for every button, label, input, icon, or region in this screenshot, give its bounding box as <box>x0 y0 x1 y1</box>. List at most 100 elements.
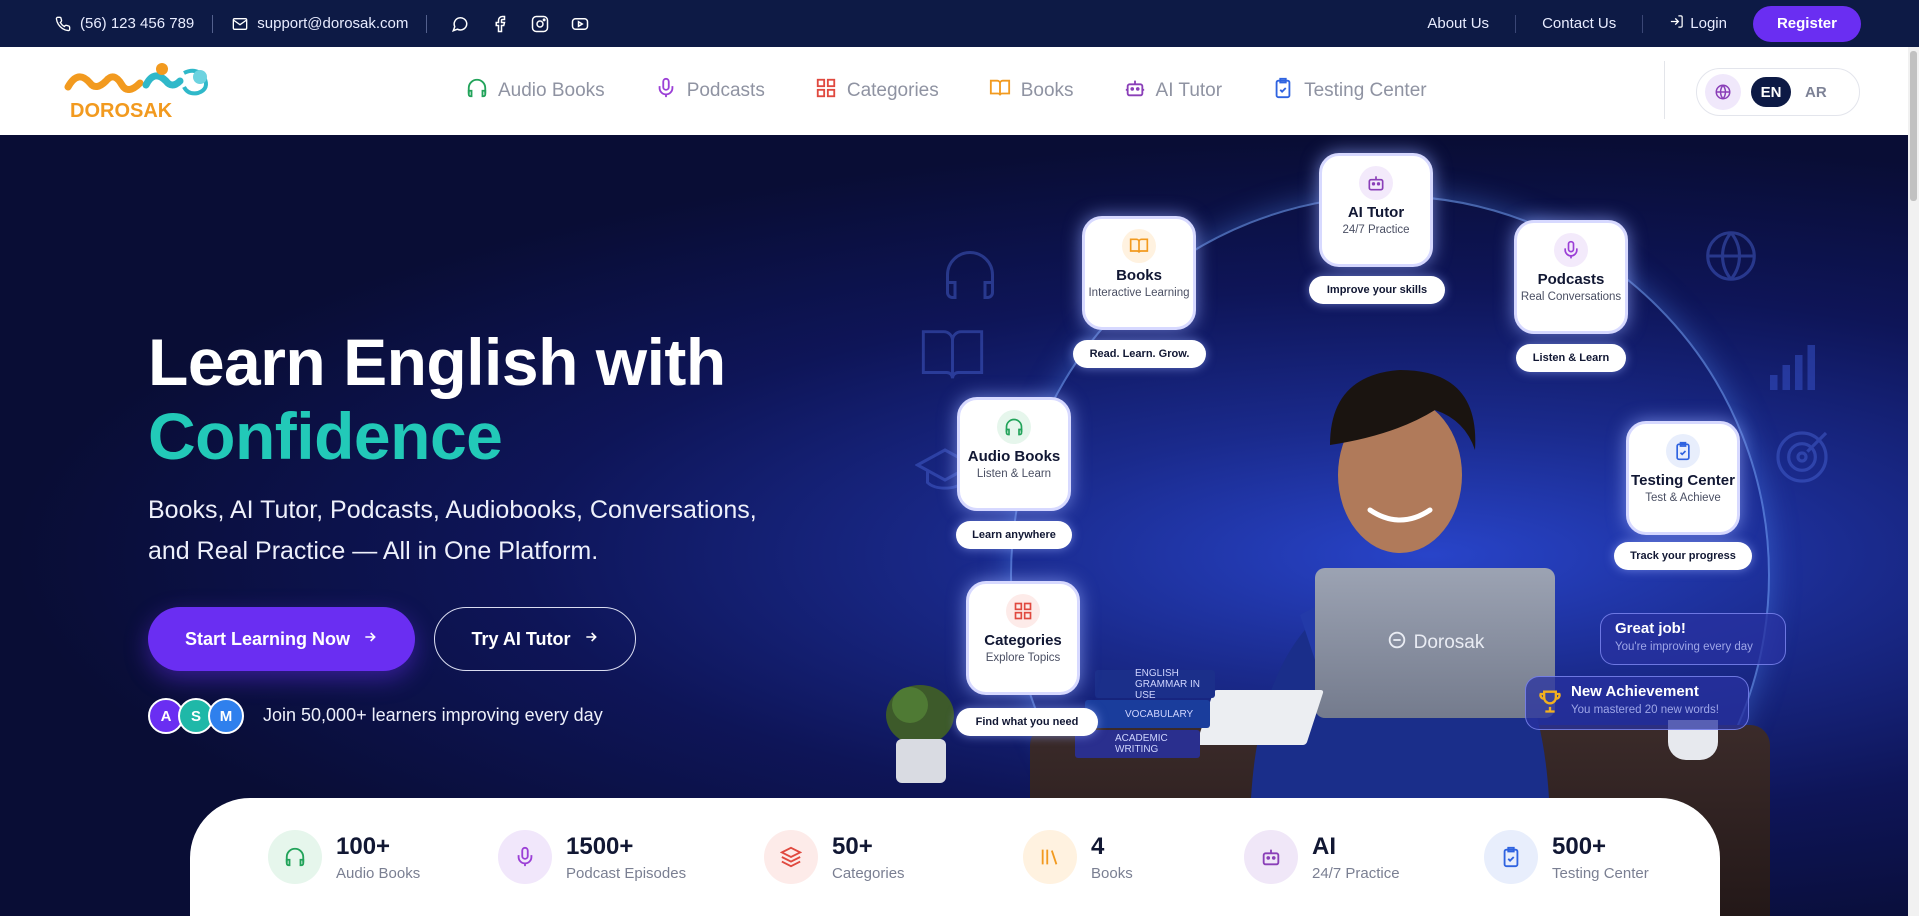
youtube-icon[interactable] <box>571 15 589 33</box>
microphone-icon <box>655 77 677 105</box>
feature-card-audio-books[interactable]: Audio Books Listen & Learn <box>957 397 1071 511</box>
contact-link[interactable]: Contact Us <box>1542 15 1616 32</box>
pill-read-learn-grow: Read. Learn. Grow. <box>1073 340 1206 368</box>
start-learning-button[interactable]: Start Learning Now <box>148 607 415 671</box>
divider <box>426 14 428 33</box>
card-subtitle: Listen & Learn <box>976 468 1052 480</box>
card-title: Categories <box>984 632 1062 649</box>
nav-item-podcasts[interactable]: Podcasts <box>655 77 765 105</box>
robot-icon <box>1124 77 1146 105</box>
nav-item-books[interactable]: Books <box>989 77 1074 105</box>
lang-en-button[interactable]: EN <box>1751 77 1791 107</box>
hero-title-accent: Confidence <box>148 399 503 473</box>
pill-listen-learn: Listen & Learn <box>1516 344 1626 372</box>
nav-label: Audio Books <box>498 80 605 101</box>
toast-great-job: Great job! You're improving every day <box>1600 613 1786 665</box>
stat-value: AI <box>1312 832 1336 860</box>
stat-books: 4 Books <box>1023 830 1244 884</box>
about-link[interactable]: About Us <box>1427 15 1489 32</box>
learner-avatars: A S M <box>148 698 244 734</box>
card-title: Testing Center <box>1631 472 1735 489</box>
nav-item-audio-books[interactable]: Audio Books <box>466 77 605 105</box>
feature-card-podcasts[interactable]: Podcasts Real Conversations <box>1514 220 1628 334</box>
stat-audio-books: 100+ Audio Books <box>268 830 498 884</box>
email-address: support@dorosak.com <box>257 15 409 32</box>
nav-menu: Audio Books Podcasts Categories Books AI… <box>466 47 1427 135</box>
instagram-icon[interactable] <box>531 15 549 33</box>
pill-improve-skills: Improve your skills <box>1309 276 1445 304</box>
feature-card-testing-center[interactable]: Testing Center Test & Achieve <box>1626 421 1740 535</box>
stat-value: 50+ <box>832 832 873 860</box>
page-scrollbar[interactable] <box>1908 47 1919 916</box>
hero-title: Learn English with Confidence <box>148 325 726 473</box>
feature-card-books[interactable]: Books Interactive Learning <box>1082 216 1196 330</box>
headphones-icon <box>997 410 1031 444</box>
card-title: Audio Books <box>967 448 1061 465</box>
laptop: Dorosak <box>1315 568 1555 718</box>
plant-illustration <box>886 685 954 783</box>
button-label: Try AI Tutor <box>471 628 571 649</box>
phone-icon <box>54 15 72 33</box>
open-book-icon <box>921 330 984 379</box>
globe-icon <box>1706 231 1756 281</box>
lang-ar-button[interactable]: AR <box>1805 84 1827 101</box>
globe-icon[interactable] <box>1705 74 1741 110</box>
nav-item-categories[interactable]: Categories <box>815 77 939 105</box>
whatsapp-icon[interactable] <box>451 15 469 33</box>
stat-value: 1500+ <box>566 832 634 860</box>
pill-learn-anywhere: Learn anywhere <box>956 521 1072 549</box>
phone-contact[interactable]: (56) 123 456 789 <box>54 15 194 33</box>
login-link[interactable]: Login <box>1669 14 1727 33</box>
layers-icon <box>764 830 818 884</box>
microphone-icon <box>1554 233 1588 267</box>
headphones-icon <box>466 77 488 105</box>
scrollbar-thumb[interactable] <box>1910 51 1917 201</box>
dorosak-logo-mark-icon <box>1386 629 1408 657</box>
clipboard-check-icon <box>1666 434 1700 468</box>
learners-text: Join 50,000+ learners improving every da… <box>263 705 603 725</box>
stat-value: 100+ <box>336 832 391 860</box>
stat-label: Books <box>1091 864 1133 882</box>
bar-chart-icon <box>1770 345 1815 390</box>
email-contact[interactable]: support@dorosak.com <box>231 15 408 33</box>
robot-icon <box>1359 166 1393 200</box>
try-ai-tutor-button[interactable]: Try AI Tutor <box>434 607 636 671</box>
facebook-icon[interactable] <box>491 15 509 33</box>
button-label: Start Learning Now <box>184 628 350 649</box>
nav-label: Books <box>1020 80 1074 101</box>
stat-value: 500+ <box>1552 832 1607 860</box>
book-spine: VOCABULARY <box>1085 700 1210 728</box>
card-subtitle: Real Conversations <box>1520 291 1622 303</box>
microphone-icon <box>498 830 552 884</box>
pill-track-progress: Track your progress <box>1614 542 1752 570</box>
nav-item-testing-center[interactable]: Testing Center <box>1272 77 1427 105</box>
nav-item-ai-tutor[interactable]: AI Tutor <box>1124 77 1222 105</box>
book-icon <box>1122 229 1156 263</box>
stats-bar: 100+ Audio Books 1500+ Podcast Episodes … <box>190 798 1720 916</box>
arrow-right-icon <box>362 629 378 650</box>
mail-icon <box>231 15 249 33</box>
clipboard-check-icon <box>1272 77 1294 105</box>
stat-label: Audio Books <box>336 864 421 882</box>
book-icon <box>989 77 1011 105</box>
clipboard-check-icon <box>1484 830 1538 884</box>
feature-card-categories[interactable]: Categories Explore Topics <box>966 581 1080 695</box>
feature-card-ai-tutor[interactable]: AI Tutor 24/7 Practice <box>1319 153 1433 267</box>
stat-label: 24/7 Practice <box>1312 864 1400 882</box>
grid-icon <box>1006 594 1040 628</box>
toast-subtitle: You're improving every day <box>1615 641 1753 653</box>
register-button[interactable]: Register <box>1752 5 1861 42</box>
book-spine: ENGLISH GRAMMAR IN USE <box>1095 668 1215 701</box>
hero-subtitle: Books, AI Tutor, Podcasts, Audiobooks, C… <box>148 496 757 565</box>
card-subtitle: Explore Topics <box>985 652 1061 664</box>
dorosak-logo[interactable]: DOROSAK <box>60 57 220 125</box>
headphones-icon <box>268 830 322 884</box>
card-subtitle: Interactive Learning <box>1088 287 1190 299</box>
language-switcher: EN AR <box>1696 68 1860 116</box>
book-spine: ACADEMIC WRITING <box>1075 730 1200 758</box>
card-subtitle: 24/7 Practice <box>1342 224 1410 236</box>
pill-find-what-you-need: Find what you need <box>956 708 1098 736</box>
nav-label: Testing Center <box>1304 80 1427 101</box>
stat-label: Testing Center <box>1552 864 1649 882</box>
card-title: AI Tutor <box>1347 204 1405 221</box>
